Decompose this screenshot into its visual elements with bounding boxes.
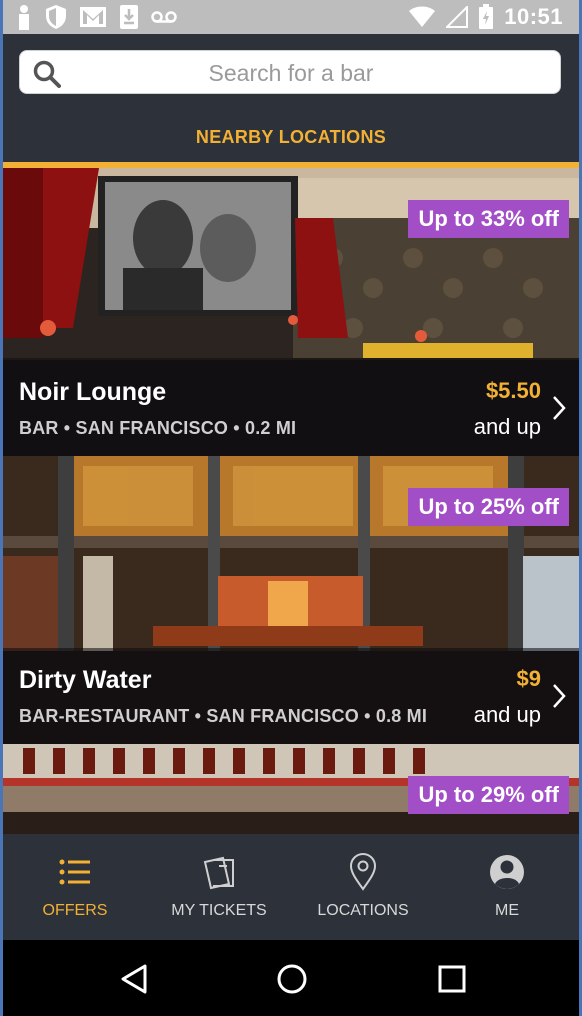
venue-name: Dirty Water xyxy=(19,666,152,694)
venue-card-noir-lounge[interactable]: Up to 33% off Noir Lounge BAR • SAN FRAN… xyxy=(3,168,579,456)
nav-my-tickets[interactable]: MY TICKETS xyxy=(147,834,291,940)
venue-card-dirty-water[interactable]: Up to 25% off Dirty Water BAR-RESTAURANT… xyxy=(3,456,579,744)
venue-info: Noir Lounge BAR • SAN FRANCISCO • 0.2 MI… xyxy=(3,360,579,456)
venue-price-suffix: and up xyxy=(473,414,541,439)
list-icon xyxy=(59,859,90,885)
profile-icon xyxy=(490,855,524,889)
discount-badge: Up to 25% off xyxy=(408,488,569,526)
search-icon xyxy=(33,60,61,88)
venue-info: Dirty Water BAR-RESTAURANT • SAN FRANCIS… xyxy=(3,648,579,744)
recents-icon[interactable] xyxy=(435,962,469,996)
venue-price: $9 xyxy=(516,666,541,691)
system-nav-bar xyxy=(3,940,579,1016)
shield-icon xyxy=(46,5,66,29)
gmail-icon xyxy=(80,7,106,27)
venue-meta: BAR-RESTAURANT • SAN FRANCISCO • 0.8 MI xyxy=(19,706,428,726)
location-pin-icon xyxy=(349,853,377,891)
discount-badge: Up to 29% off xyxy=(408,776,569,814)
section-title: NEARBY LOCATIONS xyxy=(195,126,387,147)
back-icon[interactable] xyxy=(117,962,151,996)
nav-label: ME xyxy=(495,902,519,919)
wifi-icon xyxy=(409,6,436,27)
status-bar: 10:51 xyxy=(3,0,579,34)
discount-badge: Up to 33% off xyxy=(408,200,569,238)
battery-icon xyxy=(479,4,494,29)
bottom-nav: OFFERS MY TICKETS LOCATIONS ME xyxy=(3,834,579,940)
venue-name: Noir Lounge xyxy=(19,378,167,406)
clock: 10:51 xyxy=(504,4,563,29)
venue-price-suffix: and up xyxy=(473,702,541,727)
venue-card-third[interactable]: Up to 29% off xyxy=(3,744,579,834)
download-icon xyxy=(120,5,138,29)
signal-icon xyxy=(446,6,469,28)
chevron-right-icon xyxy=(553,396,566,420)
search-bar xyxy=(3,34,579,112)
nav-label: MY TICKETS xyxy=(171,902,267,919)
status-right: 10:51 xyxy=(408,2,563,32)
venue-price: $5.50 xyxy=(485,378,541,403)
person-icon xyxy=(19,5,29,30)
nav-locations[interactable]: LOCATIONS xyxy=(291,834,435,940)
status-left-icons xyxy=(15,2,177,32)
nav-offers[interactable]: OFFERS xyxy=(3,834,147,940)
chevron-right-icon xyxy=(553,684,566,708)
nav-label: LOCATIONS xyxy=(317,902,409,919)
venue-meta: BAR • SAN FRANCISCO • 0.2 MI xyxy=(19,418,297,438)
nav-me[interactable]: ME xyxy=(435,834,579,940)
search-input[interactable] xyxy=(74,51,508,95)
section-header: NEARBY LOCATIONS xyxy=(3,112,579,162)
voicemail-icon xyxy=(151,11,177,23)
app-frame: 10:51 NEARBY LOCATIONS xyxy=(0,0,582,1016)
nav-label: OFFERS xyxy=(42,902,108,919)
home-icon[interactable] xyxy=(275,962,309,996)
search-field[interactable] xyxy=(19,50,561,95)
tickets-icon xyxy=(203,856,234,890)
